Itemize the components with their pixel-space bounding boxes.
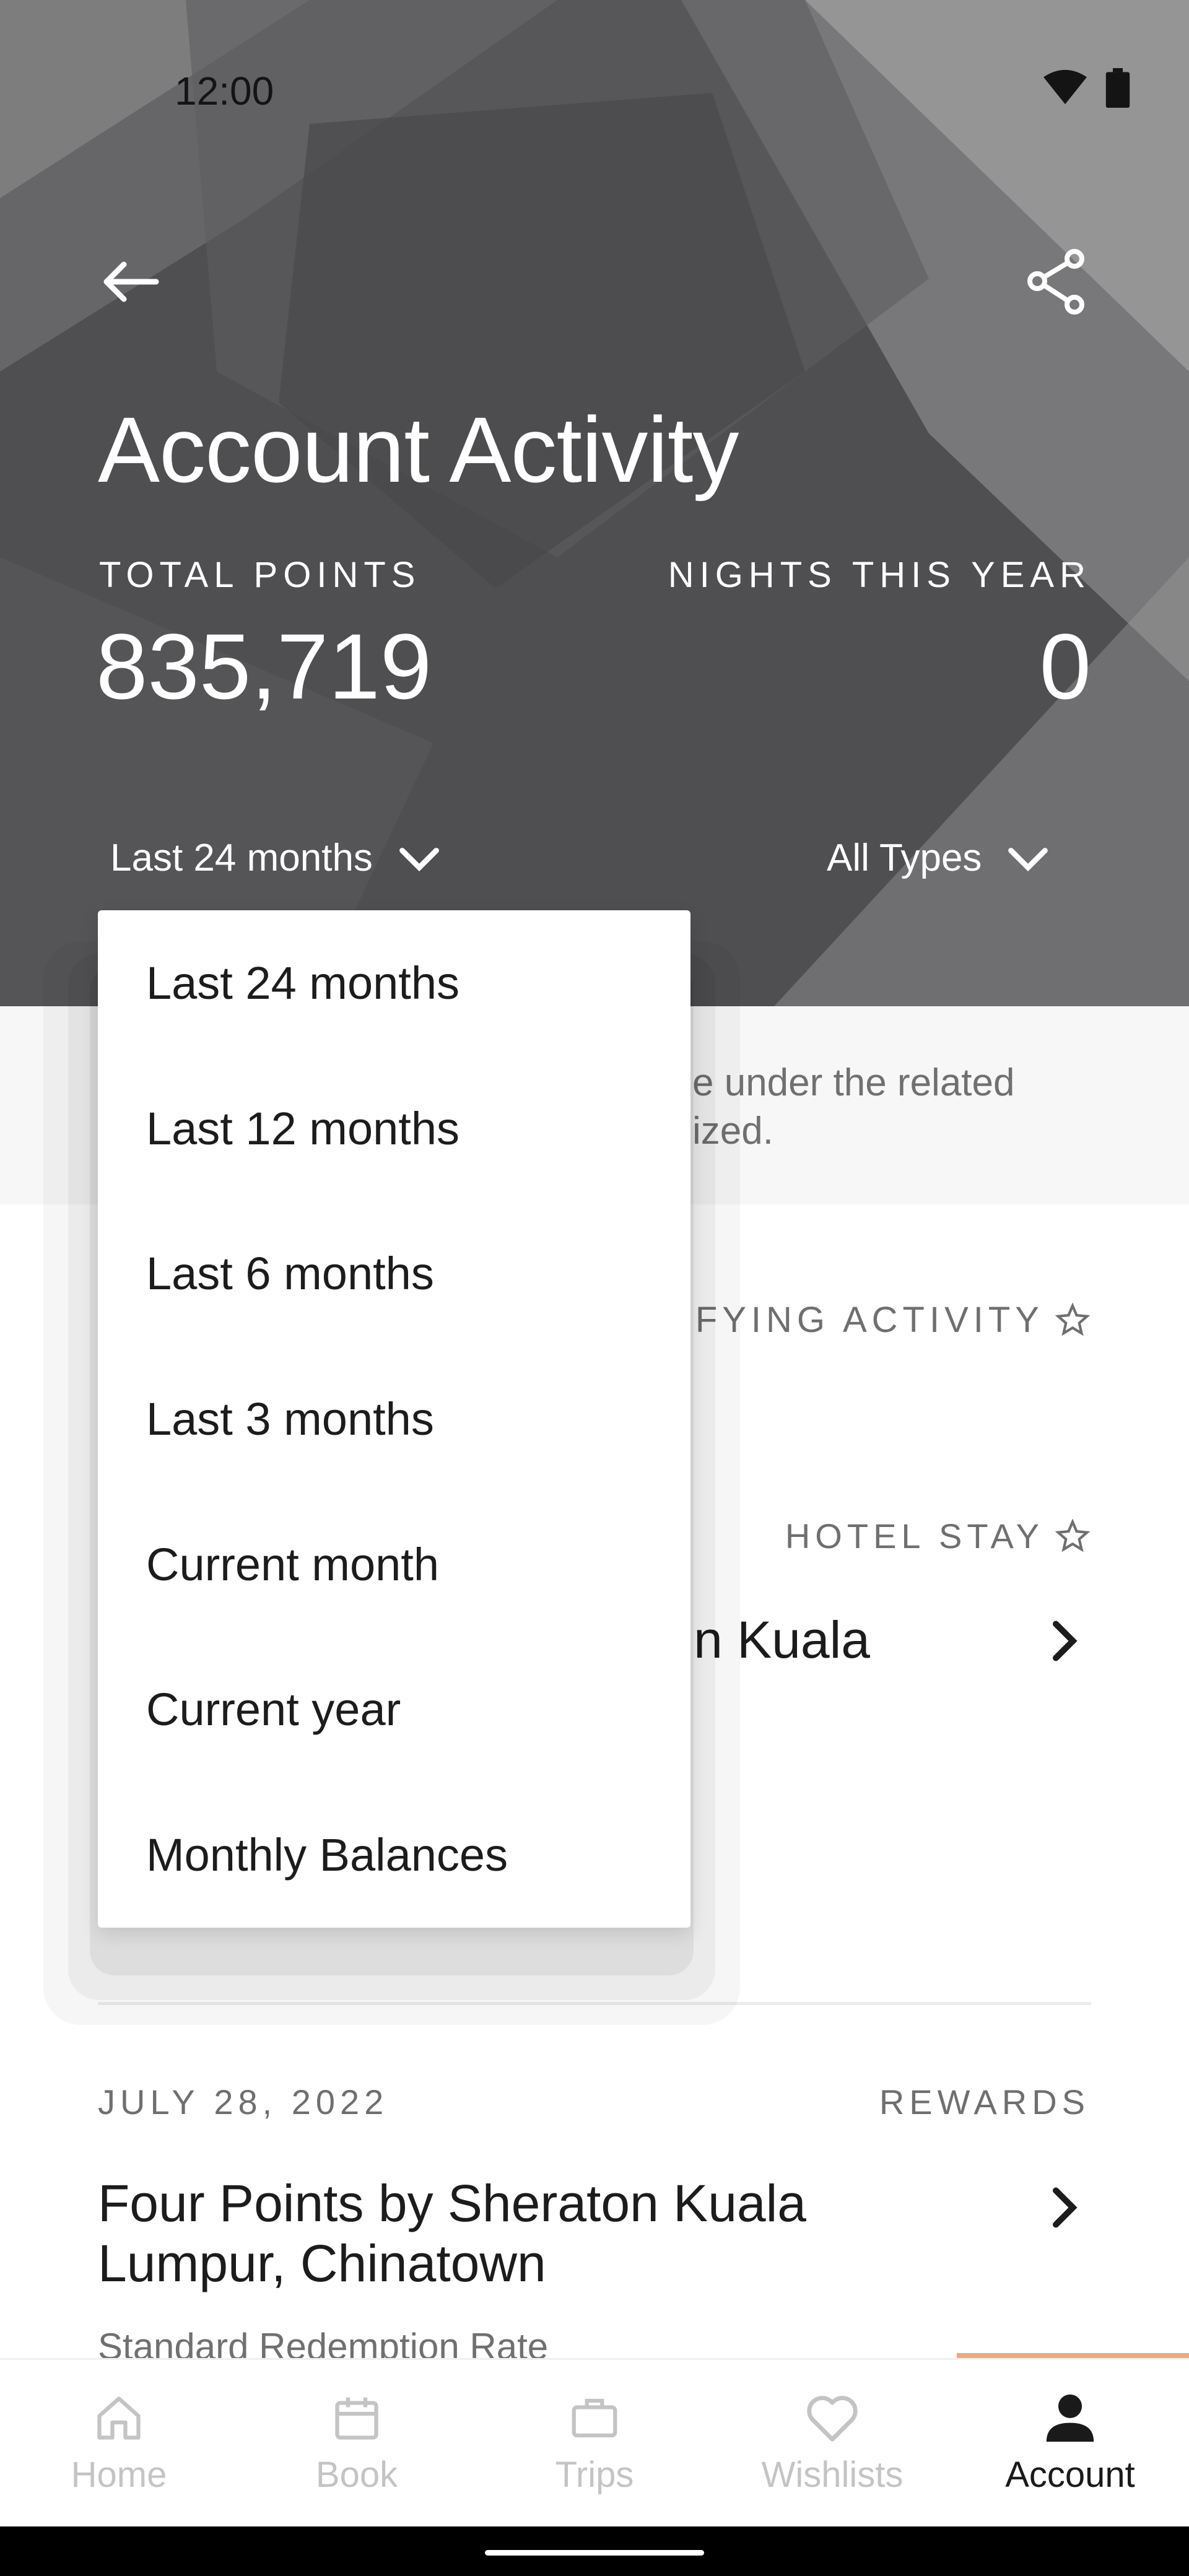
menu-item-last-12-months[interactable]: Last 12 months bbox=[98, 1056, 690, 1201]
activity-title[interactable]: Four Points by Sheraton Kuala Lumpur, Ch… bbox=[98, 2174, 903, 2294]
home-icon bbox=[97, 2396, 141, 2440]
calendar-icon bbox=[335, 2397, 378, 2440]
activity-type-text: REWARDS bbox=[879, 2082, 1090, 2121]
home-gesture-handle[interactable] bbox=[485, 2550, 704, 2556]
status-time: 12:00 bbox=[175, 69, 274, 113]
page-title: Account Activity bbox=[98, 398, 739, 502]
wifi-icon bbox=[1043, 69, 1087, 105]
total-points-label: TOTAL POINTS bbox=[99, 555, 421, 595]
heart-icon bbox=[807, 2396, 858, 2442]
nav-trips-label: Trips bbox=[555, 2455, 634, 2495]
chevron-right-icon bbox=[1053, 1621, 1078, 1661]
nav-account[interactable]: Account bbox=[951, 2360, 1189, 2526]
share-button[interactable] bbox=[1022, 245, 1090, 319]
menu-item-last-3-months[interactable]: Last 3 months bbox=[98, 1346, 690, 1492]
bottom-nav: Home Book Trips Wishlists Account bbox=[0, 2358, 1189, 2526]
nav-home-label: Home bbox=[71, 2455, 167, 2495]
nav-book-label: Book bbox=[315, 2455, 398, 2495]
menu-item-monthly-balances[interactable]: Monthly Balances bbox=[98, 1782, 690, 1928]
nav-wishlists[interactable]: Wishlists bbox=[713, 2360, 951, 2526]
back-button[interactable] bbox=[99, 251, 173, 313]
type-filter-label: All Types bbox=[827, 837, 982, 879]
period-filter-dropdown[interactable]: Last 24 months bbox=[110, 836, 441, 880]
star-icon bbox=[1055, 1302, 1090, 1336]
activity-type: REWARDS bbox=[879, 2082, 1090, 2122]
back-arrow-icon bbox=[103, 261, 159, 302]
star-icon bbox=[1055, 1518, 1090, 1552]
person-icon bbox=[1046, 2394, 1094, 2442]
account-header: 12:00 Account Activity TOTAL POINTS NIGH… bbox=[0, 0, 1189, 1006]
period-filter-label: Last 24 months bbox=[110, 837, 373, 879]
type-filter-dropdown[interactable]: All Types bbox=[827, 836, 1050, 880]
activity-date: JULY 28, 2022 bbox=[98, 2082, 389, 2121]
nav-home[interactable]: Home bbox=[0, 2360, 238, 2526]
nights-label: NIGHTS THIS YEAR bbox=[668, 555, 1091, 595]
nav-wishlists-label: Wishlists bbox=[761, 2455, 904, 2495]
total-points-value: 835,719 bbox=[96, 614, 432, 718]
briefcase-icon bbox=[572, 2398, 617, 2438]
share-icon bbox=[1027, 249, 1084, 315]
period-dropdown-menu: Last 24 months Last 12 months Last 6 mon… bbox=[98, 910, 690, 1928]
qualifying-activity-label: IFYING ACTIVITY bbox=[681, 1299, 1090, 1341]
status-icons bbox=[1043, 68, 1130, 108]
battery-icon bbox=[1105, 68, 1130, 108]
menu-item-current-month[interactable]: Current month bbox=[98, 1492, 690, 1637]
menu-item-current-year[interactable]: Current year bbox=[98, 1637, 690, 1782]
activity-chevron-button[interactable] bbox=[1040, 1616, 1090, 1666]
nav-trips[interactable]: Trips bbox=[476, 2360, 713, 2526]
chevron-right-icon bbox=[1053, 2187, 1078, 2228]
menu-item-last-6-months[interactable]: Last 6 months bbox=[98, 1201, 690, 1346]
nights-value: 0 bbox=[1039, 614, 1091, 718]
nav-account-label: Account bbox=[1005, 2455, 1135, 2495]
chevron-down-icon bbox=[399, 847, 439, 871]
activity-chevron-button[interactable] bbox=[1040, 2183, 1090, 2232]
chevron-down-icon bbox=[1008, 847, 1048, 871]
nav-book[interactable]: Book bbox=[238, 2360, 476, 2526]
activity-type: HOTEL STAY bbox=[785, 1516, 1090, 1556]
menu-item-last-24-months[interactable]: Last 24 months bbox=[98, 910, 690, 1056]
activity-type-text: HOTEL STAY bbox=[785, 1516, 1044, 1556]
